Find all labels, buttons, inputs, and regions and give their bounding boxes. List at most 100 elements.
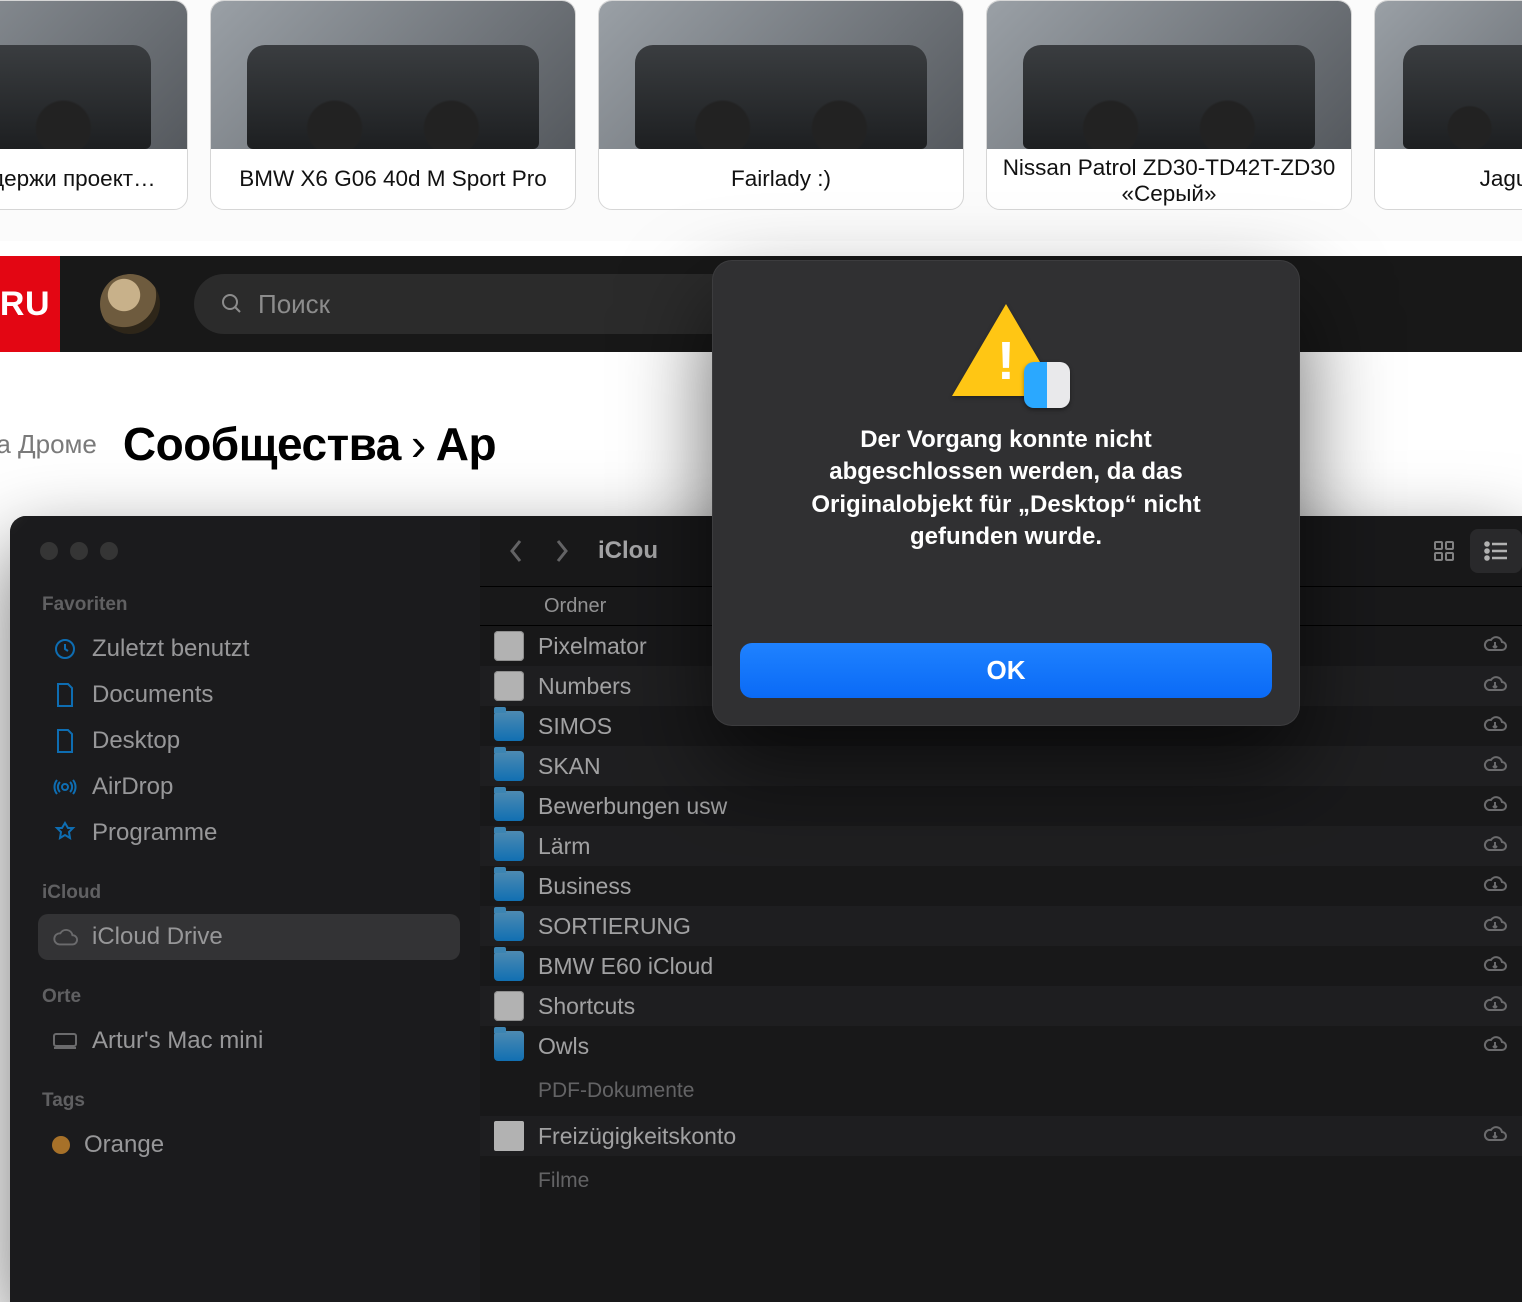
error-dialog: ! Der Vorgang konnte nicht abgeschlossen… (712, 260, 1300, 726)
folder-icon (494, 751, 524, 781)
document-icon (494, 1121, 524, 1151)
file-name: Bewerbungen usw (538, 793, 727, 820)
app-icon (494, 991, 524, 1021)
gallery-thumbnail (211, 1, 575, 149)
ok-button[interactable]: OK (740, 643, 1272, 698)
folder-icon (494, 911, 524, 941)
gallery-caption: Jaguar (1375, 149, 1522, 209)
view-list-button[interactable] (1470, 529, 1522, 573)
sidebar-group-label: iCloud (42, 882, 460, 904)
app-icon (494, 631, 524, 661)
site-logo[interactable]: .RU (0, 256, 60, 352)
back-button[interactable] (498, 533, 534, 569)
sidebar-item-icloud-drive[interactable]: iCloud Drive (38, 914, 460, 960)
user-avatar[interactable] (100, 274, 160, 334)
sidebar-group-label: Favoriten (42, 594, 460, 616)
folder-icon (494, 791, 524, 821)
file-name: Freizügigkeitskonto (538, 1123, 736, 1150)
sidebar-item-desktop[interactable]: Desktop (38, 718, 460, 764)
folder-icon (494, 1031, 524, 1061)
gallery-card[interactable]: а 2110"SB оддержи проект… (0, 0, 188, 210)
download-cloud-icon[interactable] (1482, 713, 1508, 740)
download-cloud-icon[interactable] (1482, 793, 1508, 820)
gallery-thumbnail (0, 1, 187, 149)
view-icons-button[interactable] (1418, 529, 1470, 573)
download-cloud-icon[interactable] (1482, 953, 1508, 980)
sidebar-item-documents[interactable]: Documents (38, 672, 460, 718)
warning-icon: ! (952, 304, 1060, 400)
download-cloud-icon[interactable] (1482, 833, 1508, 860)
sidebar-item-label: iCloud Drive (92, 923, 223, 951)
app-icon (494, 671, 524, 701)
folder-icon (494, 711, 524, 741)
gallery-caption: BMW X6 G06 40d M Sport Pro (211, 149, 575, 209)
gallery-thumbnail (1375, 1, 1522, 149)
sidebar-item-label: Programme (92, 819, 217, 847)
minimize-window-button[interactable] (70, 542, 88, 560)
sidebar-item-label: Desktop (92, 727, 180, 755)
download-cloud-icon[interactable] (1482, 1123, 1508, 1150)
file-row[interactable]: Freizügigkeitskonto (480, 1116, 1522, 1156)
sidebar-item-recent[interactable]: Zuletzt benutzt (38, 626, 460, 672)
file-name: SKAN (538, 753, 601, 780)
file-row[interactable]: Lärm (480, 826, 1522, 866)
finder-sidebar: Favoriten Zuletzt benutzt Documents Desk… (10, 516, 480, 1302)
folder-icon (494, 951, 524, 981)
sidebar-item-label: Zuletzt benutzt (92, 635, 249, 663)
file-row[interactable]: Owls (480, 1026, 1522, 1066)
download-cloud-icon[interactable] (1482, 673, 1508, 700)
folder-icon (494, 831, 524, 861)
file-row[interactable]: Bewerbungen usw (480, 786, 1522, 826)
file-name: Shortcuts (538, 993, 635, 1020)
cloud-icon (52, 924, 78, 950)
dialog-message: Der Vorgang konnte nicht abgeschlossen w… (771, 424, 1241, 554)
search-icon (220, 292, 244, 316)
sidebar-item-label: Documents (92, 681, 213, 709)
download-cloud-icon[interactable] (1482, 873, 1508, 900)
sidebar-item-mac[interactable]: Artur's Mac mini (38, 1018, 460, 1064)
sidebar-group-label: Orte (42, 986, 460, 1008)
sidebar-item-label: Orange (84, 1131, 164, 1159)
gallery-strip: а 2110"SB оддержи проект… BMW X6 G06 40d… (0, 0, 1522, 241)
document-icon (52, 682, 78, 708)
column-header-name[interactable]: Ordner (544, 595, 606, 618)
file-row[interactable]: Shortcuts (480, 986, 1522, 1026)
download-cloud-icon[interactable] (1482, 633, 1508, 660)
gallery-thumbnail (987, 1, 1351, 149)
forward-button[interactable] (544, 533, 580, 569)
file-row[interactable]: SKAN (480, 746, 1522, 786)
sidebar-item-label: AirDrop (92, 773, 173, 801)
sidebar-item-applications[interactable]: Programme (38, 810, 460, 856)
gallery-card[interactable]: Nissan Patrol ZD30-TD42T-ZD30 «Серый» (986, 0, 1352, 210)
file-name: SIMOS (538, 713, 612, 740)
finder-badge-icon (1024, 362, 1070, 408)
download-cloud-icon[interactable] (1482, 913, 1508, 940)
close-window-button[interactable] (40, 542, 58, 560)
breadcrumb[interactable]: шину на Дроме (0, 429, 97, 460)
file-name: SORTIERUNG (538, 913, 691, 940)
file-name: Owls (538, 1033, 589, 1060)
sidebar-item-airdrop[interactable]: AirDrop (38, 764, 460, 810)
sidebar-item-tag-orange[interactable]: Orange (38, 1122, 460, 1168)
computer-icon (52, 1028, 78, 1054)
window-controls (40, 542, 460, 560)
gallery-caption: Nissan Patrol ZD30-TD42T-ZD30 «Серый» (987, 149, 1351, 210)
file-row[interactable]: BMW E60 iCloud (480, 946, 1522, 986)
zoom-window-button[interactable] (100, 542, 118, 560)
gallery-caption: а 2110"SB оддержи проект… (0, 149, 187, 209)
applications-icon (52, 820, 78, 846)
gallery-card[interactable]: Fairlady :) (598, 0, 964, 210)
download-cloud-icon[interactable] (1482, 993, 1508, 1020)
download-cloud-icon[interactable] (1482, 1033, 1508, 1060)
tag-color-icon (52, 1136, 70, 1154)
file-row[interactable]: Business (480, 866, 1522, 906)
file-name: Lärm (538, 833, 590, 860)
download-cloud-icon[interactable] (1482, 753, 1508, 780)
sidebar-group-label: Tags (42, 1090, 460, 1112)
sidebar-item-label: Artur's Mac mini (92, 1027, 263, 1055)
file-row[interactable]: SORTIERUNG (480, 906, 1522, 946)
gallery-card[interactable]: BMW X6 G06 40d M Sport Pro (210, 0, 576, 210)
folder-icon (494, 871, 524, 901)
gallery-card[interactable]: Jaguar (1374, 0, 1522, 210)
file-name: Business (538, 873, 631, 900)
